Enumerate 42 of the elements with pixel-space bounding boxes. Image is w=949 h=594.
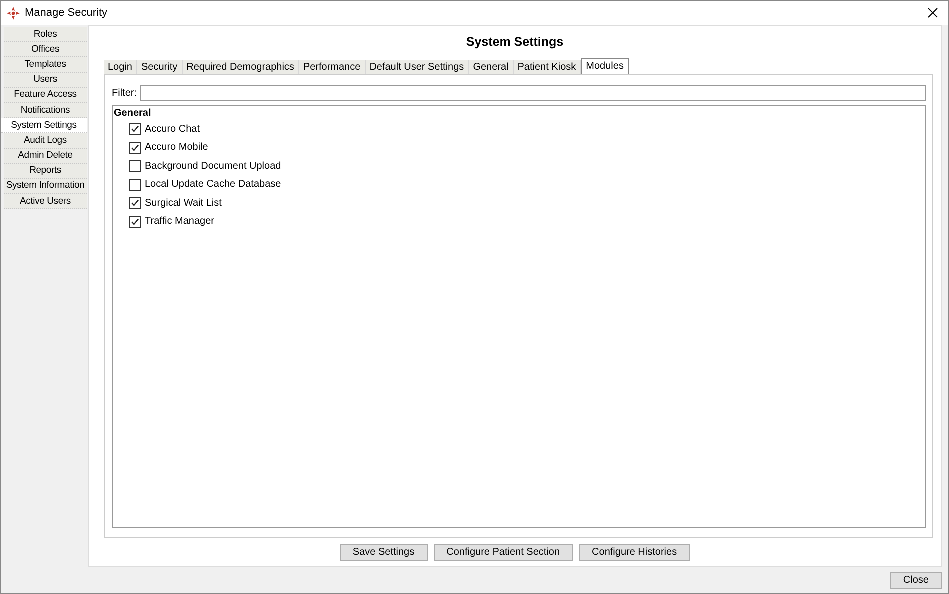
action-button[interactable]: Configure Patient Section: [434, 544, 574, 561]
checkbox-label: Local Update Cache Database: [145, 179, 282, 190]
sidebar-item[interactable]: Admin Delete: [4, 148, 87, 164]
close-button[interactable]: Close: [890, 572, 942, 589]
checkbox[interactable]: [129, 142, 141, 154]
tab[interactable]: Security: [137, 60, 183, 74]
checkbox[interactable]: [129, 197, 141, 210]
tab[interactable]: Required Demographics: [182, 60, 300, 74]
tab[interactable]: Modules: [581, 58, 629, 74]
checkbox[interactable]: [129, 178, 141, 191]
checkbox-label: Accuro Mobile: [145, 142, 208, 154]
filter-field[interactable]: [140, 85, 926, 101]
tab[interactable]: Default User Settings: [366, 60, 470, 74]
filter-label: Filter:: [112, 88, 137, 98]
checkbox-label: Traffic Manager: [145, 216, 214, 228]
checkbox[interactable]: [129, 123, 141, 136]
sidebar-item[interactable]: Audit Logs: [4, 133, 87, 148]
sidebar-item[interactable]: Offices: [4, 42, 87, 58]
panel-title: System Settings: [465, 35, 565, 49]
sidebar-item[interactable]: Notifications: [4, 102, 87, 118]
window-title: Manage Security: [25, 7, 109, 19]
checkbox-label: Surgical Wait List: [145, 198, 222, 209]
tab[interactable]: Performance: [299, 60, 366, 74]
checkbox[interactable]: [129, 216, 141, 228]
sidebar-item[interactable]: Templates: [4, 57, 87, 73]
sidebar-item[interactable]: Feature Access: [4, 88, 87, 103]
action-button[interactable]: Save Settings: [340, 544, 428, 561]
checkbox[interactable]: [129, 160, 141, 172]
checkbox-label: Background Document Upload: [145, 160, 282, 172]
sidebar-item[interactable]: Users: [4, 72, 87, 88]
checkbox-label: Accuro Chat: [145, 124, 200, 135]
sidebar-item[interactable]: Roles: [4, 27, 87, 42]
tab[interactable]: Login: [104, 60, 138, 74]
sidebar-item[interactable]: System Settings: [1, 118, 87, 134]
tab[interactable]: Patient Kiosk: [514, 60, 582, 74]
group-heading: General: [114, 108, 152, 120]
app-logo-icon: [7, 6, 20, 20]
tab[interactable]: General: [469, 60, 514, 74]
sidebar-item[interactable]: System Information: [4, 178, 87, 194]
sidebar-item[interactable]: Active Users: [4, 194, 87, 210]
action-button[interactable]: Configure Histories: [579, 544, 690, 561]
sidebar-item[interactable]: Reports: [4, 164, 87, 179]
